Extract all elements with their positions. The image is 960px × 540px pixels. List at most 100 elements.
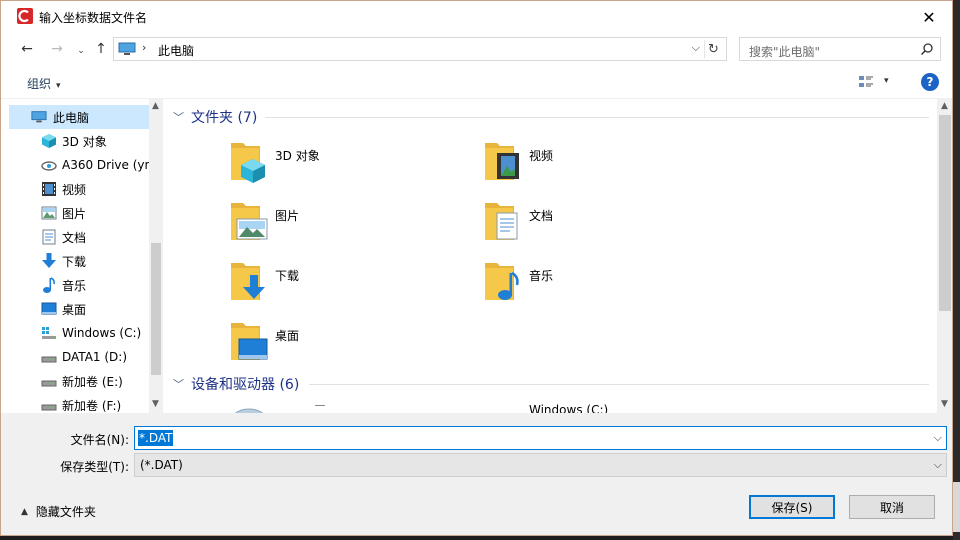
- music-folder-icon: [485, 263, 519, 300]
- device-tile-windows-c[interactable]: Windows (C:): [483, 399, 723, 413]
- command-bar: 组织 ▾ ▾ ?: [1, 65, 952, 99]
- breadcrumb-separator[interactable]: ›: [142, 41, 146, 54]
- group-header-label: 文件夹 (7): [191, 110, 258, 126]
- navigation-bar: ← → ⌄ ↑ › 此电脑 ⌵ ↻ 搜索"此电脑": [1, 33, 952, 65]
- picture-icon: [41, 205, 57, 221]
- sidebar-item-volume-e[interactable]: 新加卷 (E:): [9, 369, 149, 393]
- sidebar-item-label: 此电脑: [53, 110, 90, 125]
- organize-button[interactable]: 组织 ▾: [27, 75, 61, 92]
- sidebar-item-volume-f[interactable]: 新加卷 (F:): [9, 393, 149, 413]
- folder-tile-videos[interactable]: 视频: [483, 139, 723, 195]
- navigation-pane-scrollbar[interactable]: ▲ ▼: [149, 99, 163, 413]
- drive-icon: [41, 373, 57, 389]
- group-header-label: 设备和驱动器 (6): [191, 377, 300, 393]
- breadcrumb-this-pc[interactable]: 此电脑: [158, 42, 194, 59]
- folder-tile-documents[interactable]: 文档: [483, 199, 723, 255]
- view-options-dropdown[interactable]: ▾: [884, 76, 889, 86]
- help-button[interactable]: ?: [921, 73, 939, 91]
- refresh-button[interactable]: ↻: [704, 40, 722, 58]
- sidebar-item-label: 下载: [62, 254, 87, 269]
- chevron-down-icon[interactable]: ⌵: [934, 458, 942, 472]
- sidebar-item-3d-objects[interactable]: 3D 对象: [9, 129, 149, 153]
- view-options-icon[interactable]: [859, 75, 873, 89]
- app-icon: [17, 8, 33, 24]
- address-bar[interactable]: › 此电脑 ⌵ ↻: [113, 37, 727, 61]
- document-folder-icon: [485, 203, 518, 240]
- filetype-value: (*.DAT): [140, 458, 183, 472]
- folder-label: 音乐: [529, 269, 554, 283]
- sidebar-item-label: 图片: [62, 206, 87, 221]
- group-header-folders[interactable]: ﹀ 文件夹 (7): [173, 106, 257, 128]
- scroll-up-icon[interactable]: ▲: [941, 101, 948, 111]
- chevron-down-icon: ﹀: [173, 378, 184, 391]
- sidebar-item-this-pc[interactable]: 此电脑: [9, 105, 149, 129]
- up-button[interactable]: ↑: [91, 39, 111, 59]
- 3d-objects-folder-icon: [231, 143, 265, 183]
- sidebar-item-label: 新加卷 (F:): [62, 398, 122, 413]
- sidebar-item-desktop[interactable]: 桌面: [9, 297, 149, 321]
- navigation-pane: 此电脑 3D 对象 A360 Drive (yn 视频 图片 文档 下载 音乐 …: [9, 99, 163, 413]
- sidebar-item-a360-drive[interactable]: A360 Drive (yn: [9, 153, 153, 177]
- save-button[interactable]: 保存(S): [749, 495, 835, 519]
- folder-tile-music[interactable]: 音乐: [483, 259, 723, 315]
- caret-up-icon: ▲: [21, 506, 28, 517]
- filename-value[interactable]: *.DAT: [138, 430, 174, 446]
- close-button[interactable]: ✕: [906, 1, 952, 33]
- sidebar-item-label: 文档: [62, 230, 87, 245]
- hide-folders-label: 隐藏文件夹: [35, 505, 96, 519]
- truncated-device-label: [315, 405, 325, 409]
- search-placeholder: 搜索"此电脑": [749, 45, 821, 59]
- filetype-select[interactable]: (*.DAT) ⌵: [134, 453, 947, 477]
- chevron-down-icon[interactable]: ⌵: [934, 431, 942, 445]
- sidebar-item-documents[interactable]: 文档: [9, 225, 149, 249]
- filename-input[interactable]: *.DAT ⌵: [134, 426, 947, 450]
- sidebar-item-windows-c[interactable]: Windows (C:): [9, 321, 149, 345]
- folder-label: 下载: [275, 269, 300, 283]
- sidebar-item-downloads[interactable]: 下载: [9, 249, 149, 273]
- sidebar-item-music[interactable]: 音乐: [9, 273, 149, 297]
- scrollbar-thumb[interactable]: [151, 243, 161, 375]
- cancel-button[interactable]: 取消: [849, 495, 935, 519]
- folder-tile-downloads[interactable]: 下载: [229, 259, 469, 315]
- device-label: Windows (C:): [529, 403, 609, 413]
- scroll-down-icon[interactable]: ▼: [941, 399, 948, 409]
- scroll-up-icon[interactable]: ▲: [152, 101, 159, 111]
- cloud-drive-icon: [41, 157, 57, 173]
- sidebar-item-label: 音乐: [62, 278, 87, 293]
- scrollbar-thumb[interactable]: [939, 115, 951, 311]
- folder-label: 桌面: [275, 329, 300, 343]
- scroll-down-icon[interactable]: ▼: [152, 399, 159, 409]
- download-folder-icon: [231, 263, 265, 300]
- window-title: 输入坐标数据文件名: [39, 11, 148, 25]
- folder-label: 图片: [275, 209, 300, 223]
- filename-label: 文件名(N):: [70, 433, 129, 447]
- chevron-down-icon: ﹀: [173, 111, 184, 124]
- picture-folder-icon: [231, 203, 268, 240]
- download-icon: [41, 253, 57, 269]
- back-button[interactable]: ←: [17, 39, 37, 59]
- search-input[interactable]: 搜索"此电脑": [739, 37, 941, 61]
- folder-tile-pictures[interactable]: 图片: [229, 199, 469, 255]
- recent-locations-button[interactable]: ⌄: [71, 41, 91, 61]
- title-bar: 输入坐标数据文件名 ✕: [1, 1, 952, 33]
- save-options-panel: 文件名(N): *.DAT ⌵ 保存类型(T): (*.DAT) ⌵ ▲ 隐藏文…: [1, 413, 952, 535]
- sidebar-item-label: DATA1 (D:): [62, 350, 128, 364]
- sidebar-item-data1-d[interactable]: DATA1 (D:): [9, 345, 149, 369]
- address-dropdown-button[interactable]: ⌵: [692, 41, 700, 55]
- sidebar-item-label: A360 Drive (yn: [62, 158, 153, 172]
- sidebar-item-pictures[interactable]: 图片: [9, 201, 149, 225]
- sidebar-item-label: 桌面: [62, 302, 87, 317]
- group-header-devices[interactable]: ﹀ 设备和驱动器 (6): [173, 373, 299, 395]
- video-folder-icon: [485, 143, 519, 180]
- hide-folders-toggle[interactable]: ▲ 隐藏文件夹: [21, 503, 96, 520]
- drive-icon: [41, 397, 57, 413]
- computer-icon: [118, 42, 136, 55]
- sidebar-item-videos[interactable]: 视频: [9, 177, 149, 201]
- folder-tile-3d-objects[interactable]: 3D 对象: [229, 139, 469, 195]
- folder-tile-desktop[interactable]: 桌面: [229, 319, 469, 375]
- video-icon: [41, 181, 57, 197]
- disc-drive-icon[interactable]: [229, 405, 269, 413]
- search-icon[interactable]: [920, 42, 934, 56]
- file-list-scrollbar[interactable]: ▲ ▼: [937, 99, 952, 413]
- forward-button[interactable]: →: [47, 39, 67, 59]
